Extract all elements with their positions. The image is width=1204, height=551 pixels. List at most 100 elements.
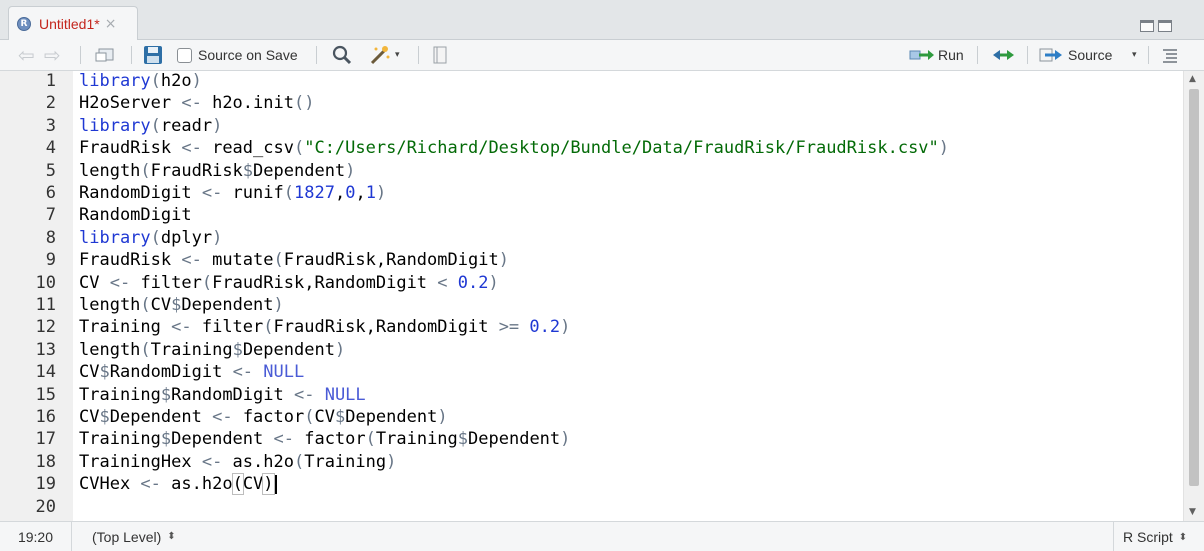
code-line[interactable]: Training$Dependent <- factor(Training$De…	[79, 429, 570, 449]
close-icon[interactable]: ×	[105, 16, 117, 32]
code-line[interactable]: FraudRisk <- read_csv("C:/Users/Richard/…	[79, 138, 949, 158]
document-outline-button[interactable]	[1161, 43, 1179, 67]
scroll-down-arrow-icon[interactable]: ▼	[1189, 507, 1196, 517]
run-button[interactable]: Run	[909, 43, 964, 67]
code-token: $	[457, 429, 469, 450]
code-token: )	[386, 451, 397, 472]
arrow-right-icon: ⇨	[44, 43, 61, 67]
toolbar-separator	[316, 46, 317, 64]
code-token: )	[273, 295, 284, 315]
code-token: NULL	[263, 362, 305, 383]
code-line[interactable]: length(Training$Dependent)	[79, 340, 345, 360]
forward-button[interactable]: ⇨	[44, 43, 61, 67]
code-token: TrainingHex	[79, 451, 202, 472]
code-token: <-	[232, 362, 254, 383]
code-token: read_csv	[201, 138, 294, 159]
code-token: CV	[242, 474, 264, 495]
code-line[interactable]: TrainingHex <- as.h2o(Training)	[79, 452, 396, 472]
code-line[interactable]: length(FraudRisk$Dependent)	[79, 161, 355, 181]
notebook-icon	[433, 46, 447, 64]
code-token: (	[365, 429, 376, 450]
code-line[interactable]: library(readr)	[79, 116, 222, 136]
code-token: mutate	[201, 250, 274, 271]
code-line[interactable]: FraudRisk <- mutate(FraudRisk,RandomDigi…	[79, 250, 509, 270]
minimize-pane-icon[interactable]	[1140, 20, 1154, 32]
source-button[interactable]: Source	[1039, 43, 1112, 67]
code-token: )	[191, 71, 202, 91]
code-line[interactable]: length(CV$Dependent)	[79, 295, 284, 315]
file-type-label: R Script	[1123, 529, 1173, 545]
up-down-icon: ⬍	[167, 531, 176, 542]
code-token: CV	[79, 272, 110, 293]
code-token: <-	[181, 250, 202, 271]
line-number: 11	[35, 295, 56, 315]
line-number: 9	[45, 250, 56, 271]
code-token: filter	[130, 272, 202, 293]
code-line[interactable]: CV$Dependent <- factor(CV$Dependent)	[79, 407, 448, 427]
code-line[interactable]: Training$RandomDigit <- NULL	[79, 385, 366, 405]
code-token: )	[560, 429, 571, 450]
find-replace-button[interactable]	[332, 43, 352, 67]
code-line[interactable]: library(dplyr)	[79, 228, 222, 248]
code-line[interactable]: H2oServer <- h2o.init()	[79, 93, 314, 113]
code-token: >=	[498, 317, 520, 338]
compile-report-button[interactable]	[432, 43, 448, 67]
vertical-scrollbar[interactable]: ▲ ▼	[1183, 71, 1204, 521]
code-token: dplyr	[160, 227, 213, 248]
code-token: Dependent	[242, 339, 335, 360]
code-token: <-	[109, 272, 131, 293]
source-options-dropdown[interactable]: ▾	[1128, 43, 1137, 67]
scroll-up-arrow-icon[interactable]: ▲	[1189, 74, 1196, 84]
toolbar-separator	[131, 46, 132, 64]
show-in-window-button[interactable]	[94, 43, 116, 67]
code-token: library	[79, 227, 151, 248]
tab-untitled1[interactable]: R Untitled1* ×	[8, 6, 138, 40]
code-token: <-	[201, 451, 223, 472]
code-token: FraudRisk	[79, 250, 182, 271]
line-number: 5	[45, 160, 56, 181]
scrollbar-thumb[interactable]	[1189, 89, 1199, 486]
code-token: <-	[293, 384, 315, 405]
code-token: $	[99, 407, 110, 427]
code-token: (	[283, 183, 294, 203]
code-token: filter	[191, 317, 264, 338]
toolbar-separator	[1027, 46, 1028, 64]
maximize-pane-icon[interactable]	[1158, 20, 1172, 32]
code-token: h2o	[160, 71, 192, 91]
code-editor[interactable]: 123456789101112131415161718192021 librar…	[0, 71, 1204, 521]
back-button[interactable]: ⇦	[18, 43, 35, 67]
code-line[interactable]: CV <- filter(FraudRisk,RandomDigit < 0.2…	[79, 273, 499, 293]
editor-toolbar: ⇦ ⇨ Source on Save ▾ Run Source ▾	[0, 40, 1204, 71]
code-line[interactable]: library(h2o)	[79, 71, 202, 91]
line-number: 20	[35, 496, 56, 517]
code-tools-button[interactable]: ▾	[369, 43, 400, 67]
arrow-left-icon: ⇦	[18, 43, 35, 67]
code-token: Dependent	[181, 295, 274, 315]
code-token: factor	[293, 429, 366, 450]
line-number: 10	[35, 272, 56, 293]
scope-selector[interactable]: (Top Level) ⬍	[92, 529, 176, 545]
save-button[interactable]	[143, 43, 163, 67]
code-token: readr	[160, 115, 213, 136]
code-token: library	[79, 71, 151, 91]
file-type-selector[interactable]: R Script ⬍	[1113, 522, 1187, 551]
code-line[interactable]: CVHex <- as.h2o(CV)	[79, 473, 277, 496]
code-token: )	[334, 339, 346, 360]
source-on-save-toggle[interactable]: Source on Save	[177, 43, 298, 67]
source-on-save-checkbox[interactable]	[177, 47, 192, 63]
scope-label: (Top Level)	[92, 528, 162, 545]
code-line[interactable]: RandomDigit <- runif(1827,0,1)	[79, 183, 386, 203]
code-line[interactable]: CV$RandomDigit <- NULL	[79, 362, 304, 382]
code-token: library	[79, 115, 151, 136]
code-token: )	[488, 272, 499, 293]
code-token: CV	[150, 295, 172, 315]
code-token: $	[99, 362, 110, 383]
rerun-button[interactable]	[991, 43, 1017, 67]
code-token: )	[345, 160, 356, 181]
code-token: (	[293, 138, 305, 159]
code-line[interactable]: Training <- filter(FraudRisk,RandomDigit…	[79, 317, 570, 337]
code-line[interactable]: RandomDigit	[79, 205, 192, 225]
line-number: 16	[35, 407, 56, 427]
line-number: 13	[35, 339, 56, 360]
